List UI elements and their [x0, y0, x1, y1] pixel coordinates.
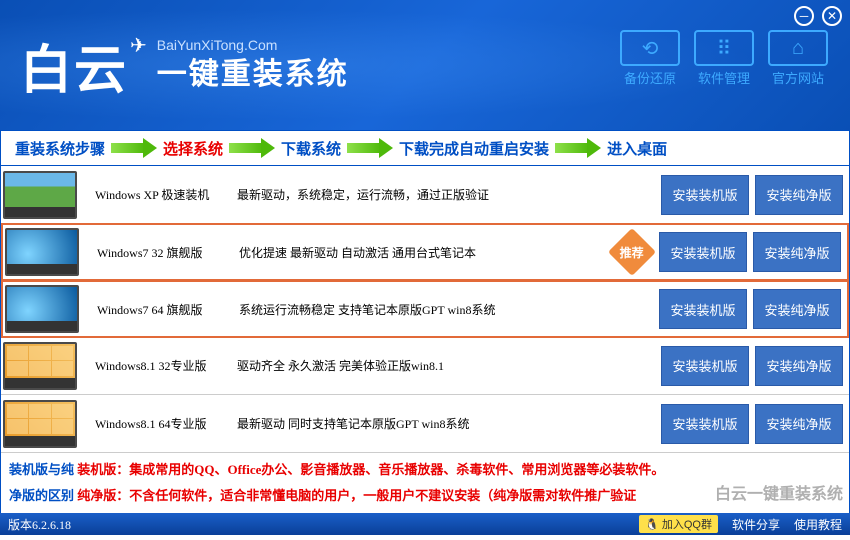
note-label-1: 装机版与纯: [9, 462, 74, 477]
os-name: Windows8.1 32专业版: [95, 357, 237, 374]
install-button-clean[interactable]: 安装纯净版: [755, 404, 843, 444]
os-row: Windows XP 极速装机 最新驱动，系统稳定，运行流畅，通过正版验证 安装…: [1, 166, 849, 224]
os-row: Windows8.1 64专业版 最新驱动 同时支持笔记本原版GPT win8系…: [1, 395, 849, 453]
logo-text-primary: 白云: [20, 28, 128, 103]
note-label-2: 净版的区别: [9, 488, 74, 503]
bird-icon: ✈: [130, 33, 147, 58]
note-text-2: 纯净版：不含任何软件，适合非常懂电脑的用户，一般用户不建议安装（纯净版需对软件推…: [77, 488, 636, 503]
recommend-badge: 推荐: [608, 228, 656, 276]
qq-group-button[interactable]: 加入QQ群: [639, 515, 718, 533]
top-nav-icon: ⟲: [620, 30, 680, 66]
logo: 白云 ✈ BaiYunXiTong.Com 一键重装系统: [20, 28, 349, 103]
version-label: 版本6.2.6.18: [8, 516, 71, 533]
step-1: 选择系统: [163, 138, 223, 159]
logo-text-secondary: 一键重装系统: [157, 49, 349, 93]
os-row: Windows8.1 32专业版 驱动齐全 永久激活 完美体验正版win8.1 …: [1, 337, 849, 395]
os-description: 驱动齐全 永久激活 完美体验正版win8.1: [237, 357, 661, 374]
install-button-full[interactable]: 安装装机版: [661, 175, 749, 215]
install-button-clean[interactable]: 安装纯净版: [755, 346, 843, 386]
os-name: Windows7 64 旗舰版: [97, 301, 239, 318]
os-name: Windows8.1 64专业版: [95, 415, 237, 432]
watermark: 白云一键重装系统: [715, 479, 843, 511]
os-thumbnail: [5, 285, 79, 333]
top-nav-button-0[interactable]: ⟲ 备份还原: [616, 30, 684, 87]
note-text-1: 装机版：集成常用的QQ、Office办公、影音播放器、音乐播放器、杀毒软件、常用…: [77, 462, 664, 477]
top-nav-button-2[interactable]: ⌂ 官方网站: [764, 30, 832, 87]
step-arrow-icon: [111, 139, 157, 157]
statusbar-link-share[interactable]: 软件分享: [732, 516, 780, 533]
app-header: ─ ✕ 白云 ✈ BaiYunXiTong.Com 一键重装系统 ⟲ 备份还原 ⠿ 软…: [0, 0, 850, 130]
top-nav-label: 软件管理: [698, 68, 750, 87]
status-bar: 版本6.2.6.18 加入QQ群 软件分享 使用教程: [0, 513, 850, 535]
install-button-full[interactable]: 安装装机版: [659, 232, 747, 272]
statusbar-link-tutorial[interactable]: 使用教程: [794, 516, 842, 533]
top-nav-icon: ⌂: [768, 30, 828, 66]
os-thumbnail: [5, 228, 79, 276]
step-2: 下载系统: [281, 138, 341, 159]
os-description: 优化提速 最新驱动 自动激活 通用台式笔记本: [239, 244, 659, 261]
top-nav-button-1[interactable]: ⠿ 软件管理: [690, 30, 758, 87]
os-description: 系统运行流畅稳定 支持笔记本原版GPT win8系统: [239, 301, 659, 318]
close-button[interactable]: ✕: [822, 6, 842, 26]
install-button-clean[interactable]: 安装纯净版: [753, 232, 841, 272]
step-arrow-icon: [229, 139, 275, 157]
install-button-full[interactable]: 安装装机版: [661, 346, 749, 386]
steps-bar: 重装系统步骤 选择系统 下载系统 下载完成自动重启安装 进入桌面: [0, 130, 850, 166]
install-button-full[interactable]: 安装装机版: [659, 289, 747, 329]
step-0: 重装系统步骤: [15, 138, 105, 159]
install-button-clean[interactable]: 安装纯净版: [753, 289, 841, 329]
os-name: Windows XP 极速装机: [95, 186, 237, 203]
os-thumbnail: [3, 342, 77, 390]
top-nav-icon: ⠿: [694, 30, 754, 66]
version-notes: 装机版与纯 装机版：集成常用的QQ、Office办公、影音播放器、音乐播放器、杀…: [0, 453, 850, 513]
top-nav-label: 官方网站: [772, 68, 824, 87]
step-4: 进入桌面: [607, 138, 667, 159]
os-row: Windows7 32 旗舰版 优化提速 最新驱动 自动激活 通用台式笔记本 推…: [1, 223, 849, 281]
install-button-clean[interactable]: 安装纯净版: [755, 175, 843, 215]
os-list: Windows XP 极速装机 最新驱动，系统稳定，运行流畅，通过正版验证 安装…: [0, 166, 850, 453]
os-description: 最新驱动 同时支持笔记本原版GPT win8系统: [237, 415, 661, 432]
os-name: Windows7 32 旗舰版: [97, 244, 239, 261]
os-description: 最新驱动，系统稳定，运行流畅，通过正版验证: [237, 186, 661, 203]
top-nav-label: 备份还原: [624, 68, 676, 87]
step-arrow-icon: [555, 139, 601, 157]
os-thumbnail: [3, 171, 77, 219]
step-3: 下载完成自动重启安装: [399, 138, 549, 159]
os-row: Windows7 64 旗舰版 系统运行流畅稳定 支持笔记本原版GPT win8…: [1, 280, 849, 338]
install-button-full[interactable]: 安装装机版: [661, 404, 749, 444]
os-thumbnail: [3, 400, 77, 448]
minimize-button[interactable]: ─: [794, 6, 814, 26]
step-arrow-icon: [347, 139, 393, 157]
